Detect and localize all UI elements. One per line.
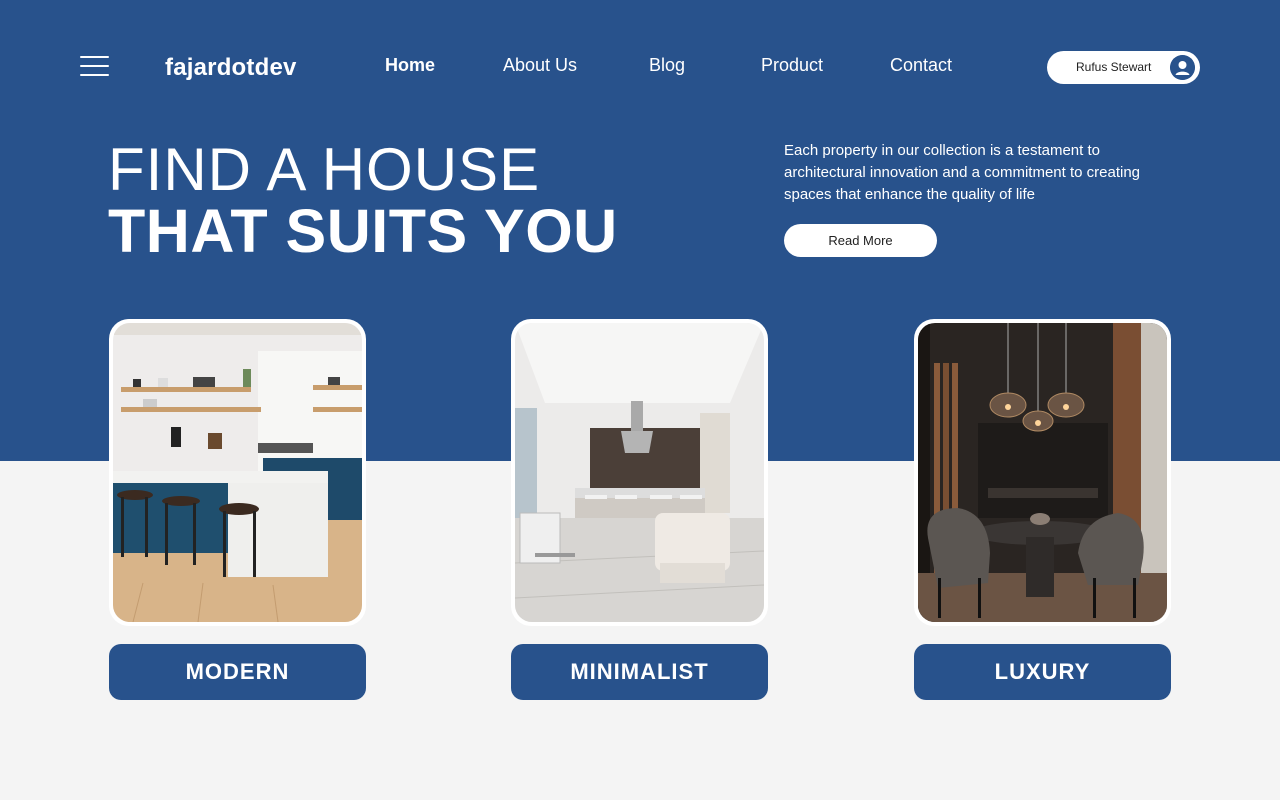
hero-description: Each property in our collection is a tes…: [784, 142, 1141, 203]
hamburger-menu-icon[interactable]: [80, 56, 109, 77]
category-button-luxury[interactable]: LUXURY: [914, 644, 1171, 700]
nav-link-product[interactable]: Product: [761, 55, 823, 76]
category-button-modern[interactable]: MODERN: [109, 644, 366, 700]
hero-title-line-2: THAT SUITS YOU: [108, 197, 618, 265]
modern-kitchen-image: [113, 323, 362, 622]
category-button-minimalist[interactable]: MINIMALIST: [511, 644, 768, 700]
hero-title-line-1: FIND A HOUSE: [108, 136, 541, 203]
category-card-minimalist[interactable]: [511, 319, 768, 626]
user-avatar-icon: [1170, 55, 1195, 80]
site-logo[interactable]: fajardotdev: [165, 54, 297, 82]
user-profile-button[interactable]: Rufus Stewart: [1047, 51, 1200, 84]
top-navigation: fajardotdev Home About Us Blog Product C…: [0, 0, 1280, 130]
nav-link-contact[interactable]: Contact: [890, 55, 952, 76]
nav-link-blog[interactable]: Blog: [649, 55, 685, 76]
luxury-dining-image: [918, 323, 1167, 622]
minimalist-interior-image: [515, 323, 764, 622]
read-more-button[interactable]: Read More: [784, 224, 937, 257]
user-name: Rufus Stewart: [1076, 60, 1152, 74]
nav-link-about-us[interactable]: About Us: [503, 55, 577, 76]
category-card-modern[interactable]: [109, 319, 366, 626]
category-card-luxury[interactable]: [914, 319, 1171, 626]
nav-link-home[interactable]: Home: [385, 55, 435, 76]
